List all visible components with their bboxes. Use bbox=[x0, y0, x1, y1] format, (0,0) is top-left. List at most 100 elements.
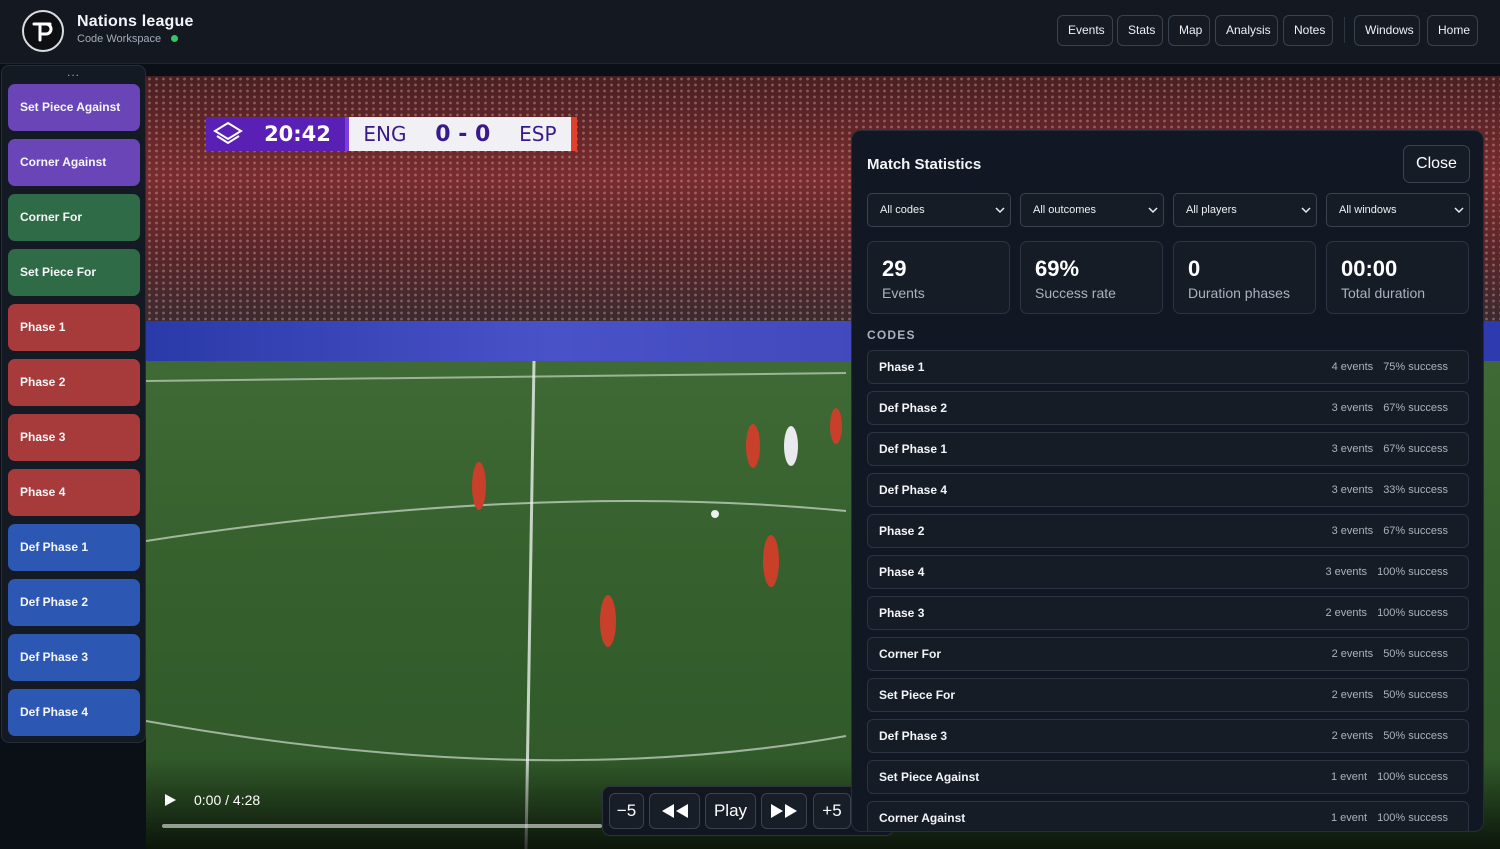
code-stat-name: Def Phase 1 bbox=[879, 442, 948, 456]
code-button-set-piece-against[interactable]: Set Piece Against bbox=[8, 84, 140, 131]
stat-value: 29 bbox=[882, 256, 907, 281]
code-button-def-phase-2[interactable]: Def Phase 2 bbox=[8, 579, 140, 626]
time-readout: 0:00 / 4:28 bbox=[194, 792, 261, 808]
score-teams: ENG 0 - 0 ESP bbox=[345, 117, 577, 151]
code-stat-success: 67% success bbox=[1383, 443, 1448, 455]
panel-title: Match Statistics bbox=[867, 156, 982, 173]
play-button[interactable]: Play bbox=[705, 793, 756, 829]
code-stat-meta: 1 event 100% success bbox=[1331, 812, 1448, 824]
code-button-set-piece-for[interactable]: Set Piece For bbox=[8, 249, 140, 296]
skip-forward-button[interactable]: +5 bbox=[813, 793, 851, 829]
code-stat-success: 100% success bbox=[1377, 566, 1448, 578]
code-button-corner-for[interactable]: Corner For bbox=[8, 194, 140, 241]
score: 0 - 0 bbox=[435, 121, 491, 147]
nav-analysis-button[interactable]: Analysis bbox=[1215, 15, 1278, 46]
code-stat-meta: 2 events 50% success bbox=[1332, 730, 1448, 742]
home-team: ENG bbox=[363, 122, 407, 146]
match-statistics-panel: Match Statistics Close All codes All out… bbox=[851, 130, 1484, 832]
code-button-phase-3[interactable]: Phase 3 bbox=[8, 414, 140, 461]
stat-value: 0 bbox=[1188, 256, 1201, 281]
close-button[interactable]: Close bbox=[1403, 145, 1470, 183]
app-subtitle: Code Workspace bbox=[77, 33, 179, 45]
progress-bar[interactable] bbox=[162, 824, 602, 828]
code-stat-row[interactable]: Def Phase 2 3 events 67% success bbox=[867, 391, 1469, 425]
code-stat-events: 3 events bbox=[1331, 402, 1374, 414]
code-stat-name: Set Piece For bbox=[879, 688, 956, 702]
code-stat-row[interactable]: Corner Against 1 event 100% success bbox=[867, 801, 1469, 831]
rewind-icon bbox=[661, 804, 688, 818]
code-stat-row[interactable]: Phase 2 3 events 67% success bbox=[867, 514, 1469, 548]
nav-events-button[interactable]: Events bbox=[1057, 15, 1113, 46]
rewind-button[interactable] bbox=[649, 793, 700, 829]
filter-players-select[interactable]: All players bbox=[1173, 193, 1317, 227]
code-stat-row[interactable]: Corner For 2 events 50% success bbox=[867, 637, 1469, 671]
online-status-icon bbox=[171, 34, 179, 42]
code-stat-row[interactable]: Set Piece Against 1 event 100% success bbox=[867, 760, 1469, 794]
codes-section-header: CODES bbox=[867, 328, 916, 342]
code-stat-row[interactable]: Phase 3 2 events 100% success bbox=[867, 596, 1469, 630]
code-stat-name: Corner Against bbox=[879, 811, 966, 825]
filter-outcomes-select[interactable]: All outcomes bbox=[1020, 193, 1164, 227]
code-stat-name: Set Piece Against bbox=[879, 770, 980, 784]
code-stat-success: 75% success bbox=[1383, 361, 1448, 373]
code-stat-row[interactable]: Set Piece For 2 events 50% success bbox=[867, 678, 1469, 712]
code-stat-events: 1 event bbox=[1330, 771, 1368, 783]
fast-forward-icon bbox=[771, 804, 797, 818]
stat-card-total-duration: 00:00 Total duration bbox=[1326, 241, 1469, 314]
code-button-def-phase-4[interactable]: Def Phase 4 bbox=[8, 689, 140, 736]
chevron-down-icon bbox=[1301, 207, 1311, 214]
code-button-def-phase-3[interactable]: Def Phase 3 bbox=[8, 634, 140, 681]
app-title: Nations league bbox=[77, 13, 194, 30]
code-button-def-phase-1[interactable]: Def Phase 1 bbox=[8, 524, 140, 571]
code-stat-row[interactable]: Phase 1 4 events 75% success bbox=[867, 350, 1469, 384]
tournament-logo-icon bbox=[206, 117, 250, 151]
code-stat-name: Def Phase 2 bbox=[879, 401, 948, 415]
play-icon[interactable] bbox=[165, 794, 176, 806]
code-stat-meta: 2 events 100% success bbox=[1325, 607, 1448, 619]
code-stat-events: 3 events bbox=[1331, 443, 1374, 455]
stat-card-success-rate: 69% Success rate bbox=[1020, 241, 1163, 314]
code-stat-meta: 3 events 33% success bbox=[1332, 484, 1448, 496]
stat-label: Events bbox=[882, 285, 925, 301]
code-stat-name: Def Phase 4 bbox=[879, 483, 948, 497]
chevron-down-icon bbox=[1454, 207, 1464, 214]
filter-codes-value: All codes bbox=[880, 204, 925, 216]
code-stat-row[interactable]: Def Phase 1 3 events 67% success bbox=[867, 432, 1469, 466]
filter-players-value: All players bbox=[1186, 204, 1237, 216]
code-stat-meta: 2 events 50% success bbox=[1332, 689, 1448, 701]
filter-windows-select[interactable]: All windows bbox=[1326, 193, 1470, 227]
code-button-phase-1[interactable]: Phase 1 bbox=[8, 304, 140, 351]
skip-back-button[interactable]: −5 bbox=[609, 793, 644, 829]
fast-forward-button[interactable] bbox=[761, 793, 807, 829]
chevron-down-icon bbox=[995, 207, 1005, 214]
nav-map-button[interactable]: Map bbox=[1168, 15, 1210, 46]
app-logo-icon bbox=[22, 10, 64, 52]
stat-label: Success rate bbox=[1035, 285, 1116, 301]
nav-windows-button[interactable]: Windows bbox=[1354, 15, 1420, 46]
code-button-phase-2[interactable]: Phase 2 bbox=[8, 359, 140, 406]
nav-stats-button[interactable]: Stats bbox=[1117, 15, 1163, 46]
code-stat-row[interactable]: Def Phase 4 3 events 33% success bbox=[867, 473, 1469, 507]
code-button-corner-against[interactable]: Corner Against bbox=[8, 139, 140, 186]
code-button-phase-4[interactable]: Phase 4 bbox=[8, 469, 140, 516]
code-stat-meta: 3 events 67% success bbox=[1332, 402, 1448, 414]
top-bar: Nations league Code Workspace Events Sta… bbox=[0, 0, 1500, 64]
nav-notes-button[interactable]: Notes bbox=[1283, 15, 1333, 46]
nav-home-button[interactable]: Home bbox=[1427, 15, 1478, 46]
code-stat-row[interactable]: Phase 4 3 events 100% success bbox=[867, 555, 1469, 589]
code-stat-row[interactable]: Def Phase 3 2 events 50% success bbox=[867, 719, 1469, 753]
code-stat-success: 100% success bbox=[1377, 607, 1448, 619]
sidebar-drag-handle[interactable]: ... bbox=[2, 66, 145, 78]
filter-windows-value: All windows bbox=[1339, 204, 1397, 216]
stat-label: Duration phases bbox=[1188, 285, 1290, 301]
code-stat-name: Phase 2 bbox=[879, 524, 925, 538]
code-sidebar: ... Set Piece Against Corner Against Cor… bbox=[1, 65, 146, 743]
stat-card-duration-phases: 0 Duration phases bbox=[1173, 241, 1316, 314]
filter-codes-select[interactable]: All codes bbox=[867, 193, 1011, 227]
code-stat-success: 100% success bbox=[1377, 812, 1448, 824]
nav-divider bbox=[1344, 17, 1345, 43]
match-clock: 20:42 bbox=[250, 117, 345, 151]
code-stat-name: Corner For bbox=[879, 647, 942, 661]
code-stat-events: 3 events bbox=[1325, 566, 1368, 578]
code-stat-meta: 3 events 67% success bbox=[1332, 525, 1448, 537]
